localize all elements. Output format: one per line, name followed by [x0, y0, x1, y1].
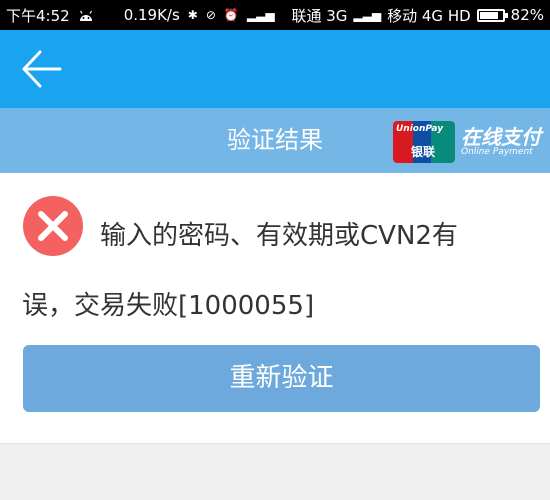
carrier-unicom: 联通 3G: [291, 6, 348, 25]
close-icon: [23, 196, 83, 256]
bluetooth-icon: ✱: [187, 8, 198, 22]
network-speed: 0.19K/s: [123, 6, 180, 24]
unionpay-logo-text: UnionPay: [396, 124, 444, 134]
android-icon: [79, 10, 92, 21]
mute-icon: ⊘: [205, 8, 216, 22]
result-card: 输入的密码、有效期或CVN2有 误，交易失败[1000055] 重新验证: [0, 173, 550, 444]
error-message-line2: 误，交易失败[1000055]: [22, 291, 315, 321]
alarm-icon: ⏰: [223, 8, 239, 22]
online-payment-cn: 在线支付: [461, 124, 541, 149]
app-bar: [0, 30, 550, 108]
carrier-mobile: 移动 4G HD: [387, 6, 471, 25]
status-bar: 下午4:52 0.19K/s ✱ ⊘ ⏰ ▂▃▅ 联通 3G ▂▃▅ 移动 4G…: [0, 0, 550, 30]
sub-header: 验证结果 UnionPay 银联 在线支付 Online Payment: [0, 108, 550, 173]
online-payment-en: Online Payment: [461, 146, 533, 157]
unionpay-logo-cn: 银联: [411, 145, 436, 159]
unionpay-logo: UnionPay 银联 在线支付 Online Payment: [393, 120, 541, 164]
back-button[interactable]: [16, 44, 66, 94]
unionpay-mark: UnionPay 银联: [393, 121, 455, 163]
signal-bars-icon: ▂▃▅: [246, 8, 275, 22]
battery-icon: [476, 8, 508, 22]
signal-bars-icon: ▂▃▅: [353, 8, 382, 22]
status-time: 下午4:52: [6, 6, 70, 25]
error-message-line1: 输入的密码、有效期或CVN2有: [100, 221, 458, 251]
battery-percent: 82%: [510, 6, 544, 24]
back-arrow-icon: [22, 50, 62, 88]
retry-button[interactable]: 重新验证: [23, 345, 540, 412]
